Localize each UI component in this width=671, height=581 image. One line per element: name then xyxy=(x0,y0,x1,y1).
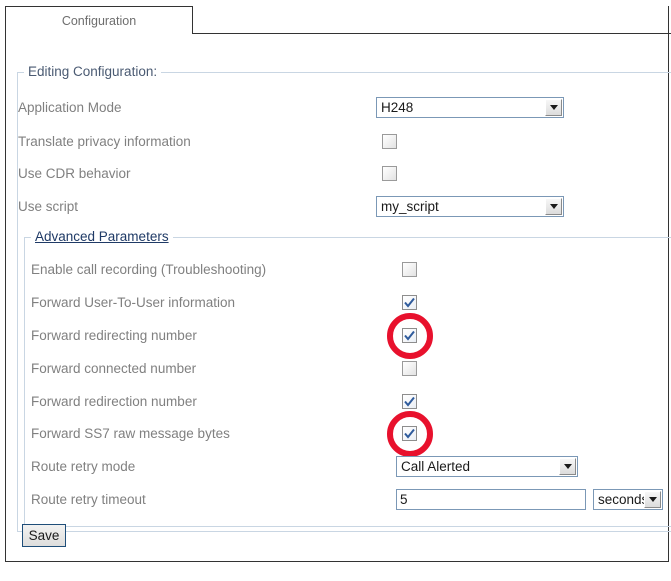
checkbox-forward-user-to-user-information[interactable] xyxy=(402,295,417,310)
legend-advanced-parameters: Advanced Parameters xyxy=(31,229,173,244)
label-route-retry-mode: Route retry mode xyxy=(31,459,136,474)
input-route-retry-timeout[interactable] xyxy=(396,489,586,510)
checkbox-translate-privacy-information[interactable] xyxy=(382,134,397,149)
fieldset-editing-configuration: Editing Configuration: Application Mode … xyxy=(17,64,671,532)
select-route-retry-mode[interactable]: Call Alerted xyxy=(396,456,578,477)
label-application-mode: Application Mode xyxy=(18,100,122,115)
tab-strip-divider xyxy=(192,33,671,34)
checkbox-forward-connected-number[interactable] xyxy=(402,361,417,376)
row-route-retry-timeout: Route retry timeout seconds xyxy=(31,489,671,511)
chevron-down-icon[interactable] xyxy=(559,458,576,475)
select-route-retry-mode-value: Call Alerted xyxy=(401,459,471,474)
select-use-script-value: my_script xyxy=(381,199,439,214)
check-icon xyxy=(404,396,415,407)
row-forward-ss7-raw-message-bytes: Forward SS7 raw message bytes xyxy=(31,411,671,457)
select-application-mode[interactable]: H248 xyxy=(376,97,564,118)
chevron-down-icon[interactable] xyxy=(545,198,562,215)
select-route-retry-timeout-unit-value: seconds xyxy=(598,492,644,507)
legend-editing-configuration: Editing Configuration: xyxy=(24,64,162,79)
select-route-retry-timeout-unit[interactable]: seconds xyxy=(593,489,663,510)
save-button[interactable]: Save xyxy=(22,524,66,547)
row-translate-privacy-information: Translate privacy information xyxy=(18,131,671,153)
label-forward-user-to-user-information: Forward User-To-User information xyxy=(31,295,236,310)
row-forward-connected-number: Forward connected number xyxy=(31,358,671,380)
checkbox-forward-redirection-number[interactable] xyxy=(402,394,417,409)
tab-configuration-label: Configuration xyxy=(61,13,137,28)
row-enable-call-recording: Enable call recording (Troubleshooting) xyxy=(31,259,671,281)
row-use-script: Use script my_script xyxy=(18,196,671,218)
select-application-mode-value: H248 xyxy=(381,100,414,115)
label-forward-ss7-raw-message-bytes: Forward SS7 raw message bytes xyxy=(31,426,230,441)
row-use-cdr-behavior: Use CDR behavior xyxy=(18,163,671,185)
label-forward-redirecting-number: Forward redirecting number xyxy=(31,328,197,343)
chevron-down-icon[interactable] xyxy=(545,99,562,116)
row-forward-user-to-user-information: Forward User-To-User information xyxy=(31,292,671,314)
checkbox-forward-ss7-raw-message-bytes[interactable] xyxy=(402,426,417,441)
tab-strip: Configuration xyxy=(5,6,671,34)
label-route-retry-timeout: Route retry timeout xyxy=(31,492,146,507)
tab-configuration[interactable]: Configuration xyxy=(5,6,193,34)
checkbox-use-cdr-behavior[interactable] xyxy=(382,166,397,181)
row-forward-redirection-number: Forward redirection number xyxy=(31,391,671,413)
check-icon xyxy=(404,330,415,341)
check-icon xyxy=(404,428,415,439)
row-route-retry-mode: Route retry mode Call Alerted xyxy=(31,456,671,478)
checkbox-enable-call-recording[interactable] xyxy=(402,262,417,277)
select-use-script[interactable]: my_script xyxy=(376,196,564,217)
label-use-cdr-behavior: Use CDR behavior xyxy=(18,166,131,181)
chevron-down-icon[interactable] xyxy=(644,491,661,508)
fieldset-advanced-parameters: Advanced Parameters Enable call recordin… xyxy=(24,229,671,527)
row-application-mode: Application Mode H248 xyxy=(18,97,671,119)
check-icon xyxy=(404,297,415,308)
label-enable-call-recording: Enable call recording (Troubleshooting) xyxy=(31,262,267,277)
checkbox-forward-redirecting-number[interactable] xyxy=(402,328,417,343)
label-use-script: Use script xyxy=(18,199,79,214)
label-translate-privacy-information: Translate privacy information xyxy=(18,134,191,149)
label-forward-connected-number: Forward connected number xyxy=(31,361,197,376)
label-forward-redirection-number: Forward redirection number xyxy=(31,394,197,409)
row-forward-redirecting-number: Forward redirecting number xyxy=(31,313,671,359)
